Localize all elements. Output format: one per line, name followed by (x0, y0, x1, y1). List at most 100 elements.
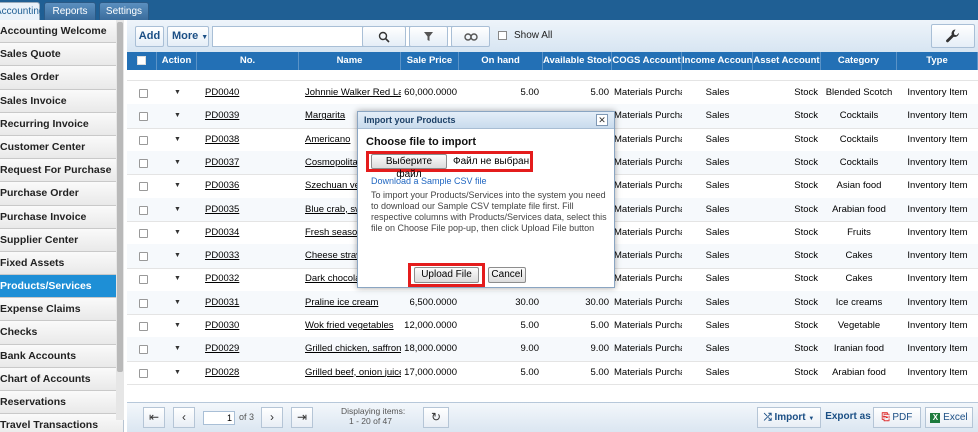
table-row[interactable]: ▼ PD0028 Grilled beef, onion juice 17,000.0… (127, 361, 978, 386)
row-checkbox[interactable] (139, 135, 148, 145)
table-row[interactable]: ▼ PD0040Johnnie Walker Red Label60,000.00… (127, 81, 978, 106)
tab-accounting[interactable]: Accounting (0, 2, 44, 20)
sidebar-item-accounting-welcome[interactable]: Accounting Welcome (0, 20, 123, 44)
row-checkbox[interactable] (139, 228, 148, 238)
row-action-icon[interactable]: ▼ (174, 337, 181, 361)
cell-no[interactable]: PD0028 (197, 361, 299, 385)
sidebar-item-sales-invoice[interactable]: Sales Invoice (0, 89, 123, 113)
link-button[interactable] (451, 26, 490, 47)
row-checkbox[interactable] (139, 89, 148, 98)
sidebar-item-chart-of-accounts[interactable]: Chart of Accounts (0, 367, 123, 391)
row-action-icon[interactable]: ▼ (174, 291, 181, 315)
cell-no[interactable]: PD0029 (197, 337, 299, 361)
checkbox-icon[interactable] (137, 56, 146, 65)
show-all-checkbox[interactable] (498, 31, 507, 40)
cell-no[interactable]: PD0034 (197, 221, 299, 245)
sidebar-item-products-services[interactable]: Products/Services (0, 275, 123, 299)
close-icon[interactable]: ✕ (596, 114, 608, 126)
prev-page-button[interactable]: ‹ (173, 407, 195, 428)
sidebar-item-purchase-invoice[interactable]: Purchase Invoice (0, 205, 123, 229)
sidebar-item-expense-claims[interactable]: Expense Claims (0, 298, 123, 322)
row-action-icon[interactable]: ▼ (174, 128, 181, 152)
row-action-icon[interactable]: ▼ (174, 361, 181, 385)
row-action-icon[interactable]: ▼ (174, 151, 181, 175)
row-checkbox[interactable] (139, 182, 148, 192)
download-sample-link[interactable]: Download a Sample CSV file (371, 176, 487, 186)
sidebar-item-fixed-assets[interactable]: Fixed Assets (0, 251, 123, 276)
cell-name[interactable]: Wok fried vegetables (299, 314, 401, 338)
next-page-button[interactable]: › (261, 407, 283, 428)
sidebar-item-bank-accounts[interactable]: Bank Accounts (0, 344, 123, 368)
row-action-icon[interactable]: ▼ (174, 314, 181, 338)
sidebar-item-recurring-invoice[interactable]: Recurring Invoice (0, 112, 123, 136)
row-action-icon[interactable]: ▼ (174, 221, 181, 245)
sidebar-item-checks[interactable]: Checks (0, 321, 123, 345)
sidebar-item-supplier-center[interactable]: Supplier Center (0, 228, 123, 252)
sidebar-item-request-for-purchase[interactable]: Request For Purchase (0, 159, 123, 183)
select-all-header[interactable] (127, 52, 157, 70)
tab-settings[interactable]: Settings (99, 2, 149, 20)
table-row[interactable]: ▼ PD0029Grilled chicken, saffron lemon18,… (127, 337, 978, 362)
cell-no[interactable]: PD0035 (197, 198, 299, 222)
cell-no[interactable]: PD0039 (197, 104, 299, 128)
pdf-button[interactable]: ⎘ PDF (873, 407, 921, 428)
cell-name[interactable]: Praline ice cream (299, 291, 401, 315)
row-action-icon[interactable]: ▼ (174, 244, 181, 268)
upload-file-button[interactable]: Upload File (414, 267, 479, 283)
row-action-icon[interactable]: ▼ (174, 267, 181, 291)
column-asset-account[interactable]: Asset Account (753, 52, 821, 70)
column-sale-price[interactable]: Sale Price (401, 52, 459, 70)
row-action-icon[interactable]: ▼ (174, 81, 181, 105)
filter-button[interactable] (409, 26, 448, 47)
cell-no[interactable]: PD0038 (197, 128, 299, 152)
cell-no[interactable]: PD0031 (197, 291, 299, 315)
table-row[interactable]: ▼ PD0031 Praline ice cream 6,500.0000 30.00 3… (127, 290, 978, 316)
sidebar-item-sales-order[interactable]: Sales Order (0, 66, 123, 90)
row-checkbox[interactable] (139, 275, 148, 285)
sidebar-item-reservations[interactable]: Reservations (0, 391, 123, 415)
row-checkbox[interactable] (139, 322, 148, 331)
sidebar-item-travel-transactions[interactable]: Travel Transactions (0, 414, 123, 432)
row-checkbox[interactable] (139, 298, 148, 308)
column-no[interactable]: No. (197, 52, 299, 70)
cell-name[interactable]: Grilled chicken, saffron lemon (299, 337, 401, 361)
column-cogs-account[interactable]: COGS Account (612, 52, 682, 70)
page-number-input[interactable] (203, 411, 235, 425)
cell-no[interactable]: PD0030 (197, 314, 299, 338)
column-on-hand[interactable]: On hand (459, 52, 543, 70)
sidebar-scroll-thumb[interactable] (117, 22, 123, 372)
row-action-icon[interactable]: ▼ (174, 198, 181, 222)
cell-no[interactable]: PD0040 (197, 81, 299, 105)
excel-button[interactable]: X Excel (925, 407, 973, 428)
table-row[interactable]: ▼ PD0030 Wok fried vegetables 12,000.0000 5.… (127, 314, 978, 339)
first-page-button[interactable]: ⇤ (143, 407, 165, 428)
sidebar-item-customer-center[interactable]: Customer Center (0, 135, 123, 160)
settings-button[interactable] (931, 24, 975, 48)
sidebar-item-sales-quote[interactable]: Sales Quote (0, 43, 123, 67)
cell-name[interactable]: Johnnie Walker Red Label (299, 81, 401, 105)
tab-reports[interactable]: Reports (44, 2, 96, 20)
cell-no[interactable]: PD0036 (197, 174, 299, 198)
cell-name[interactable]: Grilled beef, onion juice (299, 361, 401, 385)
column-type[interactable]: Type (897, 52, 978, 70)
search-button[interactable] (362, 26, 406, 47)
row-action-icon[interactable]: ▼ (174, 104, 181, 128)
refresh-button[interactable]: ↻ (423, 407, 449, 428)
cancel-button[interactable]: Cancel (488, 267, 526, 283)
choose-file-button[interactable]: Выберите файл (371, 154, 447, 180)
add-button[interactable]: Add (135, 26, 164, 47)
column-action[interactable]: Action (157, 52, 197, 70)
column-name[interactable]: Name (299, 52, 401, 70)
cell-no[interactable]: PD0033 (197, 244, 299, 268)
column-category[interactable]: Category (821, 52, 897, 70)
column-income-account[interactable]: Income Account (682, 52, 753, 70)
import-button[interactable]: ⤮ Import ▼ (757, 407, 821, 428)
row-checkbox[interactable] (139, 345, 148, 355)
row-checkbox[interactable] (139, 205, 148, 215)
more-button[interactable]: More ▼ (167, 26, 209, 47)
row-checkbox[interactable] (139, 368, 148, 378)
cell-no[interactable]: PD0032 (197, 267, 299, 291)
last-page-button[interactable]: ⇥ (291, 407, 313, 428)
table-row-partial[interactable] (127, 70, 978, 81)
row-action-icon[interactable]: ▼ (174, 174, 181, 198)
